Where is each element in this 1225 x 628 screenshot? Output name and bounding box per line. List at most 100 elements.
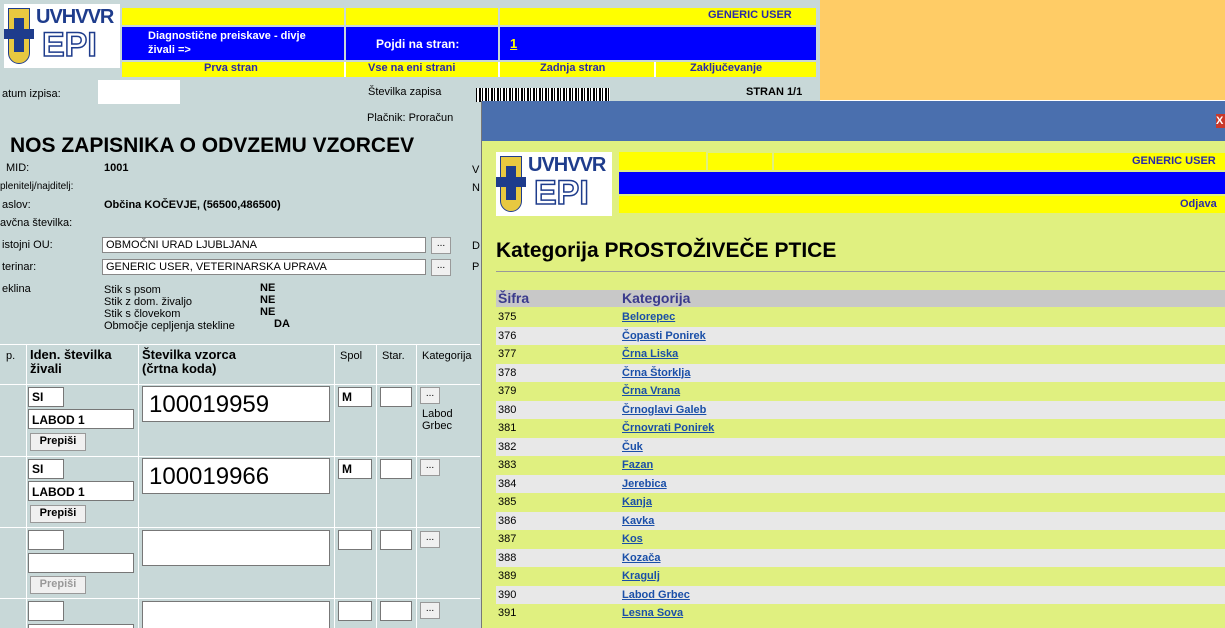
- category-lookup-button[interactable]: ...: [420, 387, 440, 404]
- age-field[interactable]: [380, 601, 412, 621]
- category-code: 375: [498, 311, 517, 323]
- sex-field[interactable]: M: [338, 459, 372, 479]
- category-lookup-button[interactable]: ...: [420, 602, 440, 619]
- sex-field[interactable]: M: [338, 387, 372, 407]
- page-indicator: STRAN 1/1: [746, 86, 803, 98]
- category-link[interactable]: Fazan: [622, 456, 653, 474]
- category-row: 385 Kanja: [496, 493, 1225, 511]
- ou-field[interactable]: OBMOČNI URAD LJUBLJANA: [102, 237, 426, 253]
- uvhvvr-epi-logo: UVHVVR EPI: [496, 152, 612, 216]
- rabies-list: Stik s psom NE Stik z dom. živaljo NE Stik…: [104, 282, 290, 332]
- copy-button[interactable]: Prepiši: [30, 505, 86, 523]
- category-row: 390 Labod Grbec: [496, 585, 1225, 604]
- nav-finish[interactable]: Zaključevanje: [690, 62, 762, 74]
- category-table-header: Šifra Kategorija: [496, 290, 1225, 307]
- vet-lookup-button[interactable]: ...: [431, 259, 451, 276]
- category-link[interactable]: Črnovrati Ponirek: [622, 419, 714, 437]
- sample-number-field[interactable]: [142, 530, 330, 566]
- category-link[interactable]: Labod Grbec: [622, 586, 690, 604]
- age-field[interactable]: [380, 387, 412, 407]
- uvhvvr-epi-logo: UVHVVR EPI: [4, 4, 120, 68]
- finder-label: plenitelj/najditelj:: [0, 181, 74, 192]
- category-code: 378: [498, 366, 517, 379]
- category-link[interactable]: Črna Vrana: [622, 382, 680, 400]
- record-barcode: [476, 88, 610, 102]
- category-link[interactable]: Jerebica: [622, 475, 667, 493]
- country-field[interactable]: [28, 530, 64, 550]
- category-link[interactable]: Kavka: [622, 512, 654, 530]
- category-code: 391: [498, 607, 517, 619]
- nav-all-on-one-page[interactable]: Vse na eni strani: [368, 62, 455, 74]
- sex-field[interactable]: [338, 601, 372, 621]
- rabies-label: eklina: [2, 283, 31, 295]
- country-field[interactable]: SI: [28, 459, 64, 479]
- animal-id-field[interactable]: LABOD 1: [28, 481, 134, 501]
- category-link[interactable]: Črna Štorklja: [622, 364, 690, 382]
- country-field[interactable]: [28, 601, 64, 621]
- category-link[interactable]: Kozača: [622, 549, 661, 567]
- category-link[interactable]: Čuk: [622, 438, 643, 456]
- country-field[interactable]: SI: [28, 387, 64, 407]
- category-row: 386 Kavka: [496, 511, 1225, 530]
- category-link[interactable]: Črna Liska: [622, 345, 678, 363]
- close-icon[interactable]: X: [1216, 114, 1225, 128]
- ou-lookup-button[interactable]: ...: [431, 237, 451, 254]
- category-row: 384 Jerebica: [496, 474, 1225, 493]
- category-row: 388 Kozača: [496, 548, 1225, 567]
- category-row: 380 Črnoglavi Galeb: [496, 400, 1225, 419]
- print-date-field: [98, 80, 180, 104]
- tax-number-label: avčna številka:: [0, 217, 73, 229]
- category-row: 379 Črna Vrana: [496, 382, 1225, 400]
- category-row: 389 Kragulj: [496, 567, 1225, 585]
- age-field[interactable]: [380, 459, 412, 479]
- age-field[interactable]: [380, 530, 412, 550]
- sample-number-field[interactable]: [142, 601, 330, 628]
- category-link[interactable]: Belorepec: [622, 308, 675, 326]
- category-link[interactable]: Kragulj: [622, 567, 660, 585]
- goto-page-label: Pojdi na stran:: [376, 37, 460, 51]
- copy-button[interactable]: Prepiši: [30, 576, 86, 594]
- nav-last-page[interactable]: Zadnja stran: [540, 62, 605, 74]
- sex-field[interactable]: [338, 530, 372, 550]
- category-value: Labod Grbec: [422, 408, 453, 432]
- category-link[interactable]: Kos: [622, 530, 643, 548]
- category-lookup-button[interactable]: ...: [420, 459, 440, 476]
- category-link[interactable]: Kanja: [622, 493, 652, 511]
- col-animal-id: Iden. številka živali: [30, 347, 112, 376]
- category-code: 386: [498, 514, 517, 527]
- category-link[interactable]: Čopasti Ponirek: [622, 327, 706, 345]
- popup-titlebar[interactable]: X: [482, 101, 1225, 141]
- nav-first-page[interactable]: Prva stran: [204, 62, 258, 74]
- sample-number-field[interactable]: 100019966: [142, 458, 330, 494]
- user-name: GENERIC USER: [708, 9, 792, 21]
- animal-id-field[interactable]: [28, 553, 134, 573]
- col-category: Kategorija: [622, 290, 691, 306]
- animal-id-field[interactable]: [28, 624, 134, 628]
- copy-button[interactable]: Prepiši: [30, 433, 86, 451]
- category-lookup-button[interactable]: ...: [420, 531, 440, 548]
- side-label-n: N: [472, 182, 480, 194]
- category-code: 388: [498, 551, 517, 564]
- animal-id-field[interactable]: LABOD 1: [28, 409, 134, 429]
- header-fill: [820, 0, 1225, 100]
- category-code: 390: [498, 588, 517, 601]
- logout-link[interactable]: Odjava: [1180, 198, 1217, 210]
- category-code: 385: [498, 496, 517, 508]
- category-code: 377: [498, 348, 517, 360]
- side-label-p: P: [472, 261, 480, 273]
- popup-blue-bar: [619, 172, 1225, 194]
- category-row: 381 Črnovrati Ponirek: [496, 419, 1225, 437]
- category-code: 384: [498, 477, 517, 490]
- category-code: 379: [498, 385, 517, 397]
- category-row: 387 Kos: [496, 530, 1225, 548]
- vet-field[interactable]: GENERIC USER, VETERINARSKA UPRAVA: [102, 259, 426, 275]
- category-link[interactable]: Lesna Sova: [622, 604, 683, 622]
- page-heading: Diagnostične preiskave - divje živali =>: [122, 27, 344, 60]
- goto-page-link[interactable]: 1: [510, 36, 517, 51]
- category-code: 376: [498, 329, 517, 342]
- mid-label: MID:: [6, 162, 30, 174]
- category-link[interactable]: Črnoglavi Galeb: [622, 401, 706, 419]
- sample-number-field[interactable]: 100019959: [142, 386, 330, 422]
- mid-value: 1001: [104, 162, 129, 174]
- vet-label: terinar:: [2, 261, 37, 273]
